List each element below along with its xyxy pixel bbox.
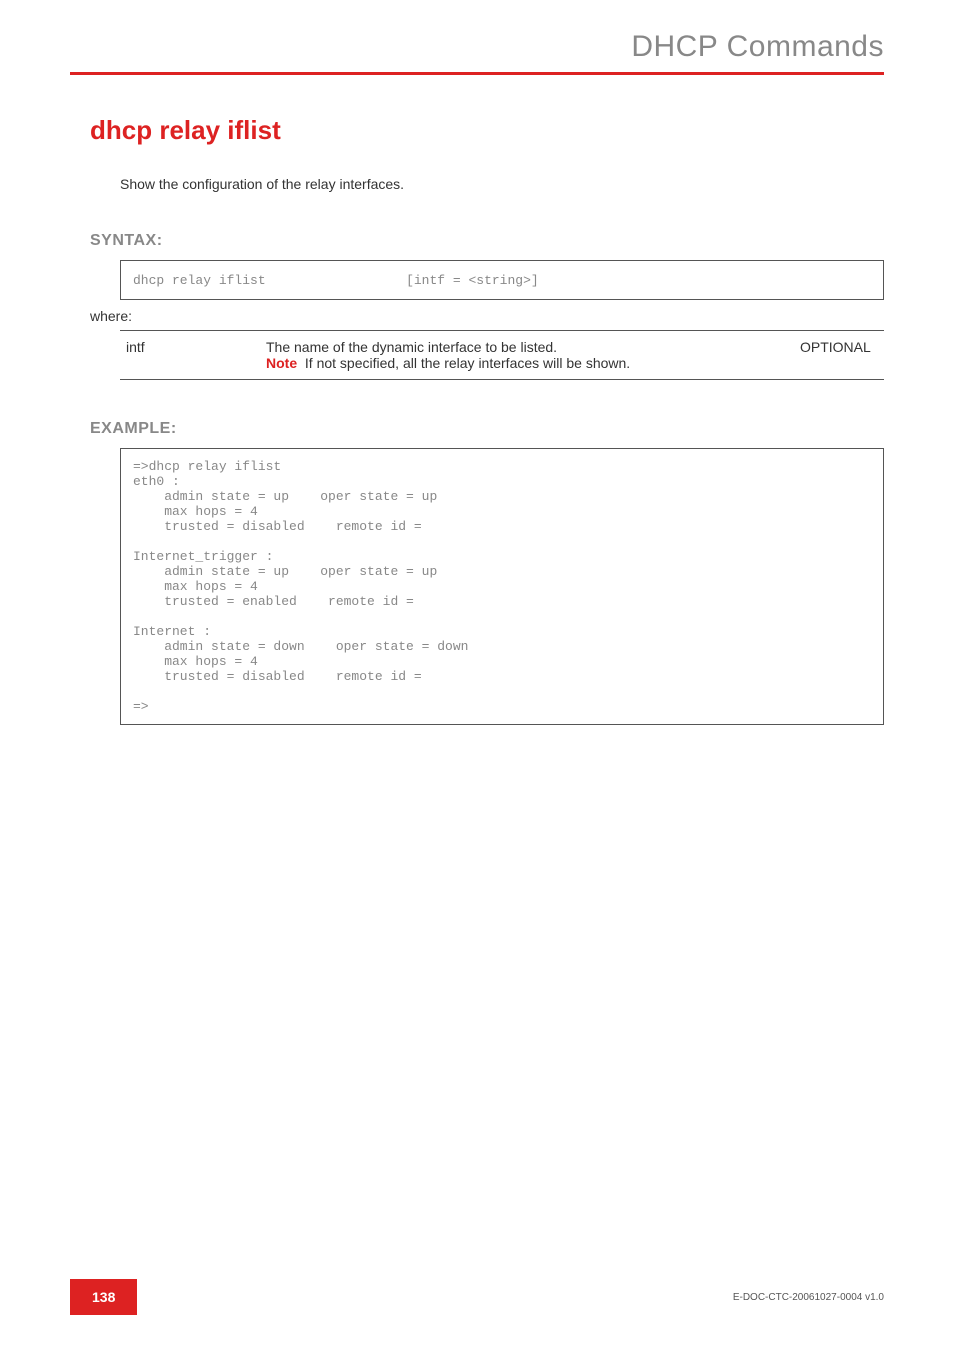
param-name: intf [120,331,260,380]
footer: 138 E-DOC-CTC-20061027-0004 v1.0 [0,1279,954,1315]
breadcrumb: DHCP Commands [70,30,884,72]
example-box: =>dhcp relay iflist eth0 : admin state =… [120,448,884,725]
syntax-command: dhcp relay iflist [intf = <string>] [133,273,539,288]
param-desc-line: The name of the dynamic interface to be … [266,339,788,355]
page-number-badge: 138 [70,1279,137,1315]
page-title: dhcp relay iflist [90,115,884,146]
syntax-box: dhcp relay iflist [intf = <string>] [120,260,884,300]
where-label: where: [90,308,884,324]
param-table: intf The name of the dynamic interface t… [120,330,884,380]
page-description: Show the configuration of the relay inte… [120,176,884,192]
example-label: EXAMPLE: [90,420,884,438]
syntax-label: SYNTAX: [90,232,884,250]
param-desc: The name of the dynamic interface to be … [260,331,794,380]
doc-id: E-DOC-CTC-20061027-0004 v1.0 [733,1292,884,1303]
param-flag: OPTIONAL [794,331,884,380]
param-note: Note If not specified, all the relay int… [266,355,788,371]
example-output: =>dhcp relay iflist eth0 : admin state =… [133,459,871,714]
note-label: Note [266,355,297,371]
table-row: intf The name of the dynamic interface t… [120,331,884,380]
note-text: If not specified, all the relay interfac… [305,355,630,371]
